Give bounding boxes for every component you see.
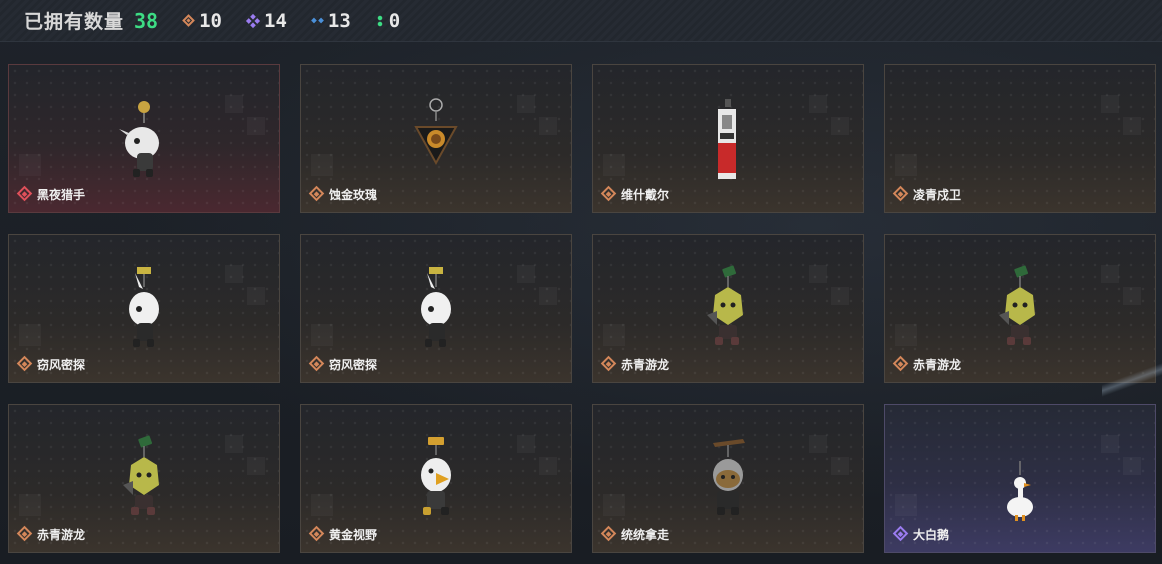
card-decoration <box>809 435 849 475</box>
item-name: 窃风密探 <box>37 358 86 372</box>
charm-figure-icon <box>985 265 1055 355</box>
card-decoration <box>809 265 849 305</box>
collection-screen: 已拥有数量 38 10 14 13 0 黑夜猎手 蚀金玫瑰 维什戴尔 凌青戍卫 … <box>0 0 1162 564</box>
card-decoration <box>225 95 265 135</box>
item-card[interactable]: 大白鹅 <box>884 404 1156 553</box>
rarity-orange-icon <box>16 355 33 372</box>
charm-figure-icon <box>401 95 471 185</box>
card-decoration <box>895 324 917 346</box>
item-name: 窃风密探 <box>329 358 378 372</box>
item-name: 黑夜猎手 <box>37 188 86 202</box>
owned-label: 已拥有数量 <box>24 11 125 33</box>
stat-blue-count: 13 <box>327 9 351 32</box>
green-dots-icon <box>376 14 383 27</box>
charm-figure-icon <box>985 435 1055 525</box>
card-decoration <box>311 154 333 176</box>
item-name: 赤青游龙 <box>37 528 86 542</box>
stat-orange-count: 10 <box>199 9 222 32</box>
rarity-orange-icon <box>600 185 617 202</box>
stat-purple: 14 <box>245 9 287 32</box>
item-card[interactable]: 统统拿走 <box>592 404 864 553</box>
item-card[interactable]: 赤青游龙 <box>8 404 280 553</box>
charm-figure-icon <box>109 435 179 525</box>
item-card[interactable]: 黄金视野 <box>300 404 572 553</box>
charm-figure-icon <box>109 95 179 185</box>
item-card[interactable]: 维什戴尔 <box>592 64 864 213</box>
stat-green-count: 0 <box>388 9 401 32</box>
purple-diamond-icon <box>245 13 261 28</box>
collection-summary-bar: 已拥有数量 38 10 14 13 0 <box>0 0 1162 42</box>
card-decoration <box>1101 95 1141 135</box>
stat-purple-count: 14 <box>264 9 287 32</box>
card-decoration <box>19 324 41 346</box>
item-grid: 黑夜猎手 蚀金玫瑰 维什戴尔 凌青戍卫 窃风密探 窃风密探 赤青游龙 赤青游龙 … <box>8 64 1156 553</box>
card-decoration <box>311 494 333 516</box>
item-card[interactable]: 凌青戍卫 <box>884 64 1156 213</box>
card-decoration <box>225 265 265 305</box>
card-decoration <box>895 154 917 176</box>
charm-figure-icon <box>693 265 763 355</box>
card-decoration <box>311 324 333 346</box>
stat-orange: 10 <box>182 9 222 32</box>
stat-green: 0 <box>376 9 401 32</box>
card-decoration <box>517 95 557 135</box>
charm-figure-icon <box>693 95 763 185</box>
item-card[interactable]: 蚀金玫瑰 <box>300 64 572 213</box>
card-decoration <box>603 494 625 516</box>
blue-diamond-icon <box>311 14 324 27</box>
charm-figure-icon <box>401 265 471 355</box>
rarity-orange-icon <box>600 355 617 372</box>
item-name: 统统拿走 <box>621 528 670 542</box>
item-name: 赤青游龙 <box>913 358 962 372</box>
rarity-orange-icon <box>892 355 909 372</box>
item-card[interactable]: 黑夜猎手 <box>8 64 280 213</box>
item-name: 维什戴尔 <box>621 188 670 202</box>
charm-figure-icon <box>401 435 471 525</box>
orange-diamond-icon <box>182 14 195 27</box>
item-card[interactable]: 窃风密探 <box>300 234 572 383</box>
item-name: 凌青戍卫 <box>913 188 962 202</box>
rarity-purple-icon <box>892 525 909 542</box>
charm-figure-icon <box>693 435 763 525</box>
rarity-orange-icon <box>308 185 325 202</box>
rarity-red-icon <box>16 185 33 202</box>
card-decoration <box>1101 435 1141 475</box>
card-decoration <box>19 154 41 176</box>
charm-figure-icon <box>109 265 179 355</box>
stat-blue: 13 <box>311 9 351 32</box>
card-decoration <box>809 95 849 135</box>
card-decoration <box>517 265 557 305</box>
owned-count: 38 <box>134 8 159 33</box>
card-decoration <box>19 494 41 516</box>
item-name: 赤青游龙 <box>621 358 670 372</box>
rarity-orange-icon <box>892 185 909 202</box>
item-name: 蚀金玫瑰 <box>329 188 378 202</box>
card-decoration <box>895 494 917 516</box>
item-card[interactable]: 窃风密探 <box>8 234 280 383</box>
card-decoration <box>603 324 625 346</box>
item-card[interactable]: 赤青游龙 <box>884 234 1156 383</box>
item-name: 黄金视野 <box>329 528 378 542</box>
rarity-orange-icon <box>600 525 617 542</box>
card-decoration <box>1101 265 1141 305</box>
card-decoration <box>225 435 265 475</box>
card-decoration <box>517 435 557 475</box>
item-card[interactable]: 赤青游龙 <box>592 234 864 383</box>
rarity-orange-icon <box>308 355 325 372</box>
card-decoration <box>603 154 625 176</box>
item-name: 大白鹅 <box>913 528 950 542</box>
rarity-orange-icon <box>308 525 325 542</box>
rarity-orange-icon <box>16 525 33 542</box>
